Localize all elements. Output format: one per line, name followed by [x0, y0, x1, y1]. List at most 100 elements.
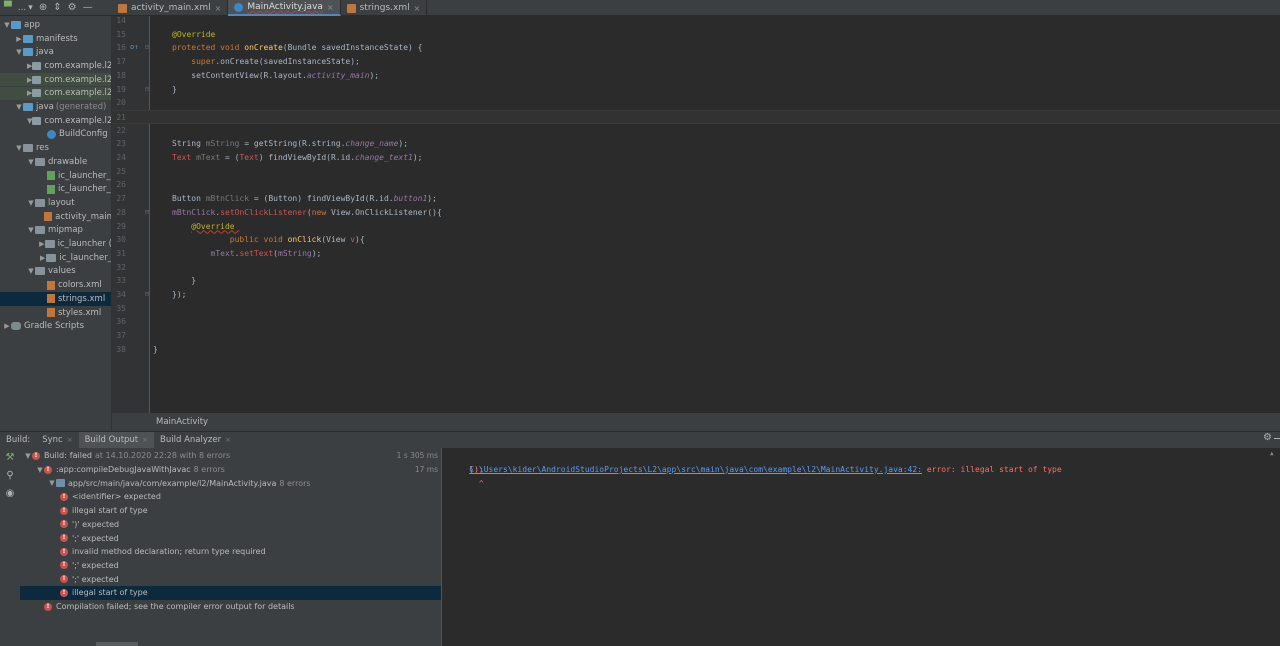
tree-item[interactable]: ▼ app: [0, 18, 111, 32]
collapse-arrow-icon[interactable]: ▶: [3, 322, 11, 330]
code-line[interactable]: 29 @Override: [112, 220, 1280, 234]
code-line[interactable]: 31 mText.setText(mString);: [112, 247, 1280, 261]
build-tree-item[interactable]: ! invalid method declaration; return type…: [20, 545, 441, 559]
tree-item[interactable]: ▼ drawable: [0, 155, 111, 169]
code-line[interactable]: 17 super.onCreate(savedInstanceState);: [112, 55, 1280, 69]
tree-item[interactable]: styles.xml: [0, 306, 111, 320]
code-line[interactable]: 23 String mString = getString(R.string.ch…: [112, 137, 1280, 151]
build-tree-item[interactable]: ! ';' expected: [20, 531, 441, 545]
code-line[interactable]: 35: [112, 302, 1280, 316]
expand-arrow-icon[interactable]: ▼: [15, 144, 23, 152]
android-icon[interactable]: ▀: [4, 0, 12, 16]
close-icon[interactable]: ×: [414, 4, 421, 13]
expand-arrow-icon[interactable]: ▼: [15, 103, 23, 111]
code-line[interactable]: 18 setContentView(R.layout.activity_main…: [112, 69, 1280, 83]
breadcrumb-class[interactable]: MainActivity: [156, 417, 208, 427]
build-console[interactable]: C:\Users\kider\AndroidStudioProjects\L2\…: [441, 448, 1280, 646]
tree-item[interactable]: strings.xml: [0, 292, 111, 306]
gear-icon[interactable]: ⚙: [1263, 432, 1272, 443]
code-line[interactable]: 14: [112, 16, 1280, 28]
build-tree-item[interactable]: ▼!:app:compileDebugJavaWithJavac 8 errors…: [20, 463, 441, 477]
close-icon[interactable]: ×: [327, 3, 334, 12]
code-line[interactable]: 19 ⊟}: [112, 83, 1280, 97]
tree-item[interactable]: BuildConfig: [0, 128, 111, 142]
build-tree-item[interactable]: ▼ app/src/main/java/com/example/l2/MainAc…: [20, 476, 441, 490]
build-tree-item[interactable]: ! illegal start of type: [20, 504, 441, 518]
code-line[interactable]: 15 @Override: [112, 28, 1280, 42]
expand-arrow-icon[interactable]: ▼: [3, 21, 11, 29]
hammer-icon[interactable]: ⚒: [4, 452, 16, 463]
tree-item[interactable]: ▼ res: [0, 141, 111, 155]
horizontal-scrollbar[interactable]: [96, 642, 138, 646]
eye-icon[interactable]: ◉: [4, 488, 16, 499]
project-view-dropdown[interactable]: ... ▾: [18, 3, 33, 13]
build-tree-item[interactable]: ! <identifier> expected: [20, 490, 441, 504]
code-line[interactable]: 24 Text mText = (Text) findViewById(R.id.…: [112, 151, 1280, 165]
expand-arrow-icon[interactable]: ▼: [27, 158, 35, 166]
code-line[interactable]: 27 Button mBtnClick = (Button) findViewBy…: [112, 192, 1280, 206]
tree-item[interactable]: ▶ com.example.l2: [0, 86, 111, 101]
code-line[interactable]: 25: [112, 165, 1280, 179]
tree-item[interactable]: ▼ layout: [0, 196, 111, 210]
close-icon[interactable]: ×: [225, 432, 231, 449]
code-line[interactable]: 28 ⊟ mBtnClick.setOnClickListener(new View…: [112, 206, 1280, 220]
tree-item[interactable]: activity_main: [0, 210, 111, 224]
tab-sync[interactable]: Sync ×: [36, 432, 78, 449]
override-marker-icon[interactable]: o↑: [130, 41, 138, 55]
tree-item[interactable]: ▶ ic_launcher_: [0, 251, 111, 265]
code-line[interactable]: 26: [112, 178, 1280, 192]
error-file-link[interactable]: C:\Users\kider\AndroidStudioProjects\L2\…: [469, 465, 922, 474]
tree-item[interactable]: ▼ mipmap: [0, 224, 111, 238]
close-icon[interactable]: ×: [142, 432, 148, 449]
code-line[interactable]: 22: [112, 124, 1280, 138]
code-line[interactable]: 21: [112, 109, 1280, 124]
pin-icon[interactable]: ⚲: [4, 470, 16, 481]
tree-item[interactable]: ic_launcher_: [0, 182, 111, 196]
collapse-arrow-icon[interactable]: ▶: [39, 254, 46, 262]
tree-item[interactable]: ▼ com.example.l2: [0, 114, 111, 128]
tree-item[interactable]: ic_launcher_: [0, 169, 111, 183]
fold-icon[interactable]: ⊟: [145, 83, 149, 97]
fold-icon[interactable]: ⊟: [145, 288, 149, 302]
tree-item[interactable]: ▶ com.example.l2: [0, 72, 111, 87]
code-line[interactable]: 38}: [112, 343, 1280, 357]
build-tree-item[interactable]: ▼! Build: failed at 14.10.2020 22:28 with 8…: [20, 449, 441, 463]
code-line[interactable]: 32: [112, 261, 1280, 275]
expand-arrow-icon[interactable]: ▼: [15, 48, 23, 56]
code-line[interactable]: 30 public void onClick(View v){: [112, 233, 1280, 247]
tree-item[interactable]: ▶ ic_launcher (: [0, 237, 111, 251]
tree-item[interactable]: ▶ manifests: [0, 32, 111, 46]
code-line[interactable]: 16 o↑ ⊟ protected void onCreate(Bundle save…: [112, 41, 1280, 55]
tree-item[interactable]: ▶ com.example.l2: [0, 59, 111, 73]
expand-arrow-icon[interactable]: ▼: [27, 267, 35, 275]
tree-item[interactable]: ▼ java: [0, 45, 111, 59]
tab-build-analyzer[interactable]: Build Analyzer ×: [154, 432, 237, 449]
tab-build-output[interactable]: Build Output ×: [78, 431, 155, 449]
expand-arrow-icon[interactable]: ▼: [24, 452, 32, 460]
build-tree-item[interactable]: ! ')' expected: [20, 518, 441, 532]
gear-icon[interactable]: ⚙: [68, 0, 77, 16]
expand-arrow-icon[interactable]: ▼: [27, 226, 35, 234]
minimize-icon[interactable]: [1274, 438, 1280, 439]
close-icon[interactable]: ×: [215, 4, 222, 13]
tree-item[interactable]: ▶ Gradle Scripts: [0, 319, 111, 333]
build-tree-item[interactable]: ! ';' expected: [20, 572, 441, 586]
code-line[interactable]: 37: [112, 329, 1280, 343]
tree-item[interactable]: colors.xml: [0, 278, 111, 292]
fold-icon[interactable]: ⊟: [145, 206, 149, 220]
build-tree-item[interactable]: ! illegal start of type: [20, 586, 441, 600]
build-tree-item[interactable]: ! ';' expected: [20, 559, 441, 573]
tree-item[interactable]: ▼ java (generated): [0, 100, 111, 114]
scroll-up-icon[interactable]: ▲: [1270, 450, 1278, 490]
code-editor[interactable]: 14 15 @Override 16 o↑ ⊟ protected void onCreat…: [112, 16, 1280, 413]
collapse-arrow-icon[interactable]: ▶: [15, 35, 23, 43]
expand-arrow-icon[interactable]: ▼: [36, 466, 44, 474]
code-line[interactable]: 20: [112, 96, 1280, 110]
expand-arrow-icon[interactable]: ▼: [27, 199, 35, 207]
tab-strings-xml[interactable]: strings.xml ×: [341, 0, 428, 16]
build-tree-item[interactable]: ! Compilation failed; see the compiler er…: [20, 600, 441, 614]
minimize-icon[interactable]: —: [83, 0, 93, 16]
target-icon[interactable]: ⊕: [39, 0, 47, 16]
tab-mainactivity-java[interactable]: MainActivity.java ×: [228, 0, 341, 16]
close-icon[interactable]: ×: [67, 432, 73, 449]
